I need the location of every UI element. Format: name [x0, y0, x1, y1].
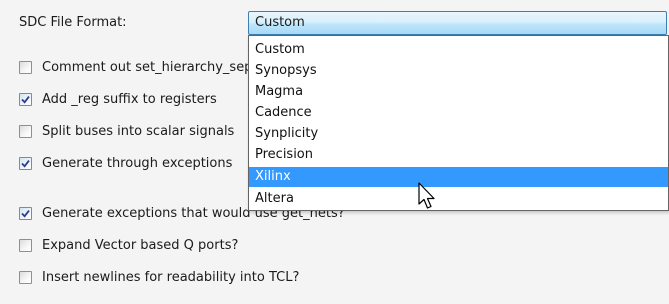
checkbox-generate-exceptions-get-nets[interactable]: [19, 207, 32, 220]
checkbox-split-buses[interactable]: [19, 125, 32, 138]
sdc-options-panel: SDC File Format: Custom Comment out set_…: [0, 0, 669, 304]
option-label: Insert newlines for readability into TCL…: [42, 270, 300, 285]
option-label: Add _reg suffix to registers: [42, 92, 217, 107]
dropdown-option-precision[interactable]: Precision: [249, 146, 668, 164]
dropdown-option-cadence[interactable]: Cadence: [249, 104, 668, 122]
combobox-selected-value: Custom: [255, 15, 305, 30]
checkbox-generate-through-exceptions[interactable]: [19, 157, 32, 170]
dropdown-option-synopsys[interactable]: Synopsys: [249, 62, 668, 80]
checkbox-comment-out-set-hierarchy[interactable]: [19, 61, 32, 74]
checkbox-insert-newlines-tcl[interactable]: [19, 271, 32, 284]
dropdown-option-magma[interactable]: Magma: [249, 83, 668, 101]
dropdown-option-custom[interactable]: Custom: [249, 41, 668, 59]
dropdown-option-synplicity[interactable]: Synplicity: [249, 125, 668, 143]
sdc-file-format-combobox[interactable]: Custom: [248, 11, 667, 35]
option-label: Split buses into scalar signals: [42, 124, 235, 139]
check-icon: [21, 210, 30, 218]
check-icon: [21, 160, 30, 168]
option-insert-newlines-tcl[interactable]: Insert newlines for readability into TCL…: [19, 268, 399, 288]
checkbox-add-reg-suffix[interactable]: [19, 93, 32, 106]
dropdown-option-xilinx[interactable]: Xilinx: [249, 167, 668, 187]
check-icon: [21, 96, 30, 104]
mouse-pointer-icon: [418, 182, 435, 209]
sdc-file-format-label: SDC File Format:: [19, 15, 127, 30]
sdc-file-format-dropdown-list[interactable]: Custom Synopsys Magma Cadence Synplicity…: [248, 35, 669, 211]
option-expand-vector-q-ports[interactable]: Expand Vector based Q ports?: [19, 236, 319, 256]
dropdown-option-altera[interactable]: Altera: [249, 190, 668, 208]
checkbox-expand-vector-q-ports[interactable]: [19, 239, 32, 252]
option-label: Expand Vector based Q ports?: [42, 238, 239, 253]
option-label: Generate through exceptions: [42, 156, 233, 171]
